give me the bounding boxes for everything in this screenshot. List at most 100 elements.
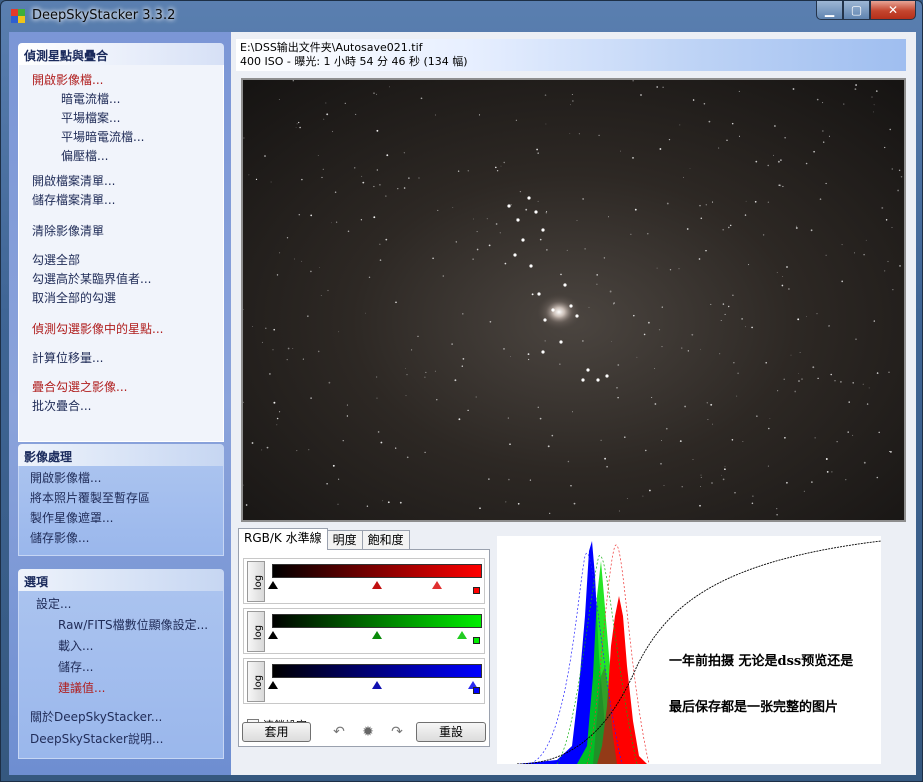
- star: [711, 201, 714, 203]
- green-channel-row: log: [243, 608, 485, 654]
- red-channel-row: log: [243, 558, 485, 604]
- star: [385, 238, 388, 241]
- star: [774, 125, 776, 127]
- star: [890, 451, 892, 453]
- help-link[interactable]: DeepSkyStacker說明...: [19, 728, 223, 750]
- tab-luminance[interactable]: 明度: [326, 530, 363, 550]
- about-link[interactable]: 關於DeepSkyStacker...: [19, 706, 223, 728]
- red-white-point[interactable]: [432, 581, 442, 589]
- star: [386, 154, 389, 157]
- star: [823, 141, 825, 143]
- raw-fits-settings-link[interactable]: Raw/FITS檔數位顯像設定...: [19, 615, 223, 636]
- bright-star: [537, 292, 541, 296]
- star: [296, 450, 298, 452]
- bias-files-link[interactable]: 偏壓檔...: [19, 147, 223, 166]
- star: [803, 490, 805, 492]
- star: [273, 401, 276, 404]
- check-all-link[interactable]: 勾選全部: [19, 251, 223, 270]
- star: [755, 160, 758, 163]
- image-viewer[interactable]: [241, 78, 906, 522]
- task-pane: 偵測星點與疊合 開啟影像檔... 暗電流檔... 平場檔案... 平場暗電流檔.…: [9, 32, 231, 775]
- bright-star: [521, 238, 525, 242]
- log-toggle-green[interactable]: log: [247, 611, 265, 652]
- register-checked-link[interactable]: 偵測勾選影像中的星點...: [19, 320, 223, 339]
- star: [744, 326, 746, 328]
- star: [424, 376, 426, 378]
- create-star-mask-link[interactable]: 製作星像遮罩...: [19, 508, 223, 528]
- stack-checked-link[interactable]: 疊合勾選之影像...: [19, 378, 223, 397]
- check-above-threshold-link[interactable]: 勾選高於某臨界值者...: [19, 270, 223, 289]
- green-mid-point[interactable]: [372, 631, 382, 639]
- tab-saturation[interactable]: 飽和度: [361, 530, 410, 550]
- batch-stacking-link[interactable]: 批次疊合...: [19, 397, 223, 416]
- uncheck-all-link[interactable]: 取消全部的勾選: [19, 289, 223, 308]
- blue-mid-point[interactable]: [372, 681, 382, 689]
- load-settings-link[interactable]: 載入...: [19, 636, 223, 657]
- green-white-point[interactable]: [457, 631, 467, 639]
- log-toggle-red[interactable]: log: [247, 561, 265, 602]
- blue-black-point[interactable]: [268, 681, 278, 689]
- star: [885, 219, 888, 221]
- undo-icon[interactable]: ↶: [330, 723, 348, 741]
- star: [819, 198, 822, 200]
- maximize-button[interactable]: ▢: [843, 1, 870, 20]
- clear-list-link[interactable]: 清除影像清單: [19, 222, 223, 241]
- star: [816, 98, 819, 101]
- star: [510, 204, 512, 206]
- star: [733, 362, 735, 364]
- star: [495, 166, 497, 169]
- copy-to-clipboard-link[interactable]: 將本照片覆製至暫存區: [19, 488, 223, 508]
- bright-star: [563, 283, 567, 287]
- star: [798, 373, 799, 375]
- star: [604, 457, 606, 460]
- star: [488, 244, 491, 247]
- recommended-settings-link[interactable]: 建議值...: [19, 678, 223, 699]
- star: [830, 373, 832, 376]
- dark-flat-files-link[interactable]: 平場暗電流檔...: [19, 128, 223, 147]
- star: [871, 96, 873, 98]
- red-mid-point[interactable]: [372, 581, 382, 589]
- reset-button[interactable]: 重設: [416, 722, 486, 742]
- open-pictures-link[interactable]: 開啟影像檔...: [19, 71, 223, 90]
- star: [868, 387, 870, 389]
- gear-icon[interactable]: ✹: [359, 723, 377, 741]
- open-picture-link[interactable]: 開啟影像檔...: [19, 468, 223, 488]
- star: [698, 258, 701, 260]
- bright-star: [551, 308, 555, 312]
- minimize-button[interactable]: ▁: [816, 1, 843, 20]
- compute-offsets-link[interactable]: 計算位移量...: [19, 349, 223, 368]
- star: [738, 90, 740, 92]
- star: [418, 177, 420, 179]
- dark-files-link[interactable]: 暗電流檔...: [19, 90, 223, 109]
- green-gradient: [272, 614, 482, 628]
- star: [338, 478, 340, 480]
- star: [825, 254, 827, 256]
- star: [527, 358, 530, 361]
- star: [872, 111, 874, 113]
- redo-icon[interactable]: ↷: [388, 723, 406, 741]
- open-file-list-link[interactable]: 開啟檔案清單...: [19, 172, 223, 191]
- red-black-point[interactable]: [268, 581, 278, 589]
- tab-rgb-levels[interactable]: RGB/K 水準線: [238, 528, 328, 550]
- star: [781, 284, 784, 287]
- save-picture-link[interactable]: 儲存影像...: [19, 528, 223, 548]
- title-bar[interactable]: DeepSkyStacker 3.3.2 ▁ ▢ ✕: [1, 1, 922, 31]
- settings-link[interactable]: 設定...: [19, 594, 223, 615]
- star: [700, 476, 702, 478]
- star: [765, 361, 767, 364]
- close-button[interactable]: ✕: [870, 1, 916, 20]
- star: [467, 170, 470, 172]
- file-path: E:\DSS输出文件夹\Autosave021.tif: [240, 41, 423, 54]
- star: [437, 209, 439, 211]
- star: [754, 200, 757, 203]
- star: [734, 492, 736, 494]
- star: [687, 350, 689, 352]
- star: [525, 208, 528, 211]
- save-file-list-link[interactable]: 儲存檔案清單...: [19, 191, 223, 210]
- flat-files-link[interactable]: 平場檔案...: [19, 109, 223, 128]
- save-settings-link[interactable]: 儲存...: [19, 657, 223, 678]
- log-toggle-blue[interactable]: log: [247, 661, 265, 702]
- green-black-point[interactable]: [268, 631, 278, 639]
- star: [656, 86, 659, 88]
- apply-button[interactable]: 套用: [242, 722, 311, 742]
